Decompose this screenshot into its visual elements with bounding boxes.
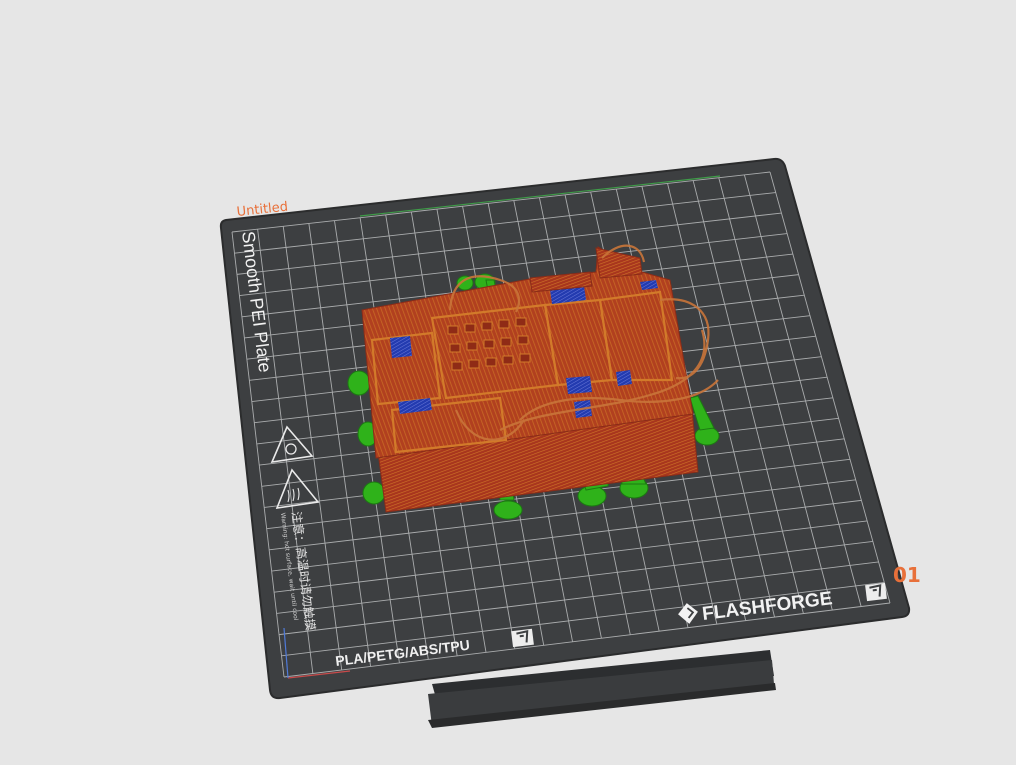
plate-index-label[interactable]: 01 xyxy=(893,563,921,587)
bed-scan-icon xyxy=(865,582,887,602)
3d-viewport[interactable]: Smooth PEI Plate 注意：高温时请勿触摸 Warning: hot… xyxy=(0,0,1016,761)
plate-scene: Smooth PEI Plate 注意：高温时请勿触摸 Warning: hot… xyxy=(219,157,911,728)
bed-scan-icon xyxy=(511,628,534,648)
